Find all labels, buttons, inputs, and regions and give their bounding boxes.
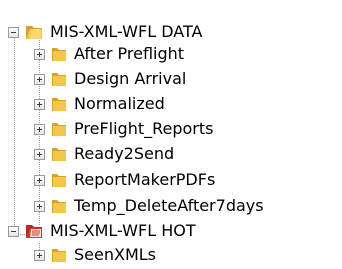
folder-icon — [52, 200, 66, 213]
collapse-toggle[interactable] — [8, 26, 19, 38]
folder-icon — [52, 98, 66, 111]
tree-node-ready2send[interactable]: Ready2Send — [34, 142, 174, 166]
tree-node-design-arrival[interactable]: Design Arrival — [34, 67, 186, 91]
tree-node-label: MIS-XML-WFL HOT — [50, 221, 196, 240]
folder-open-icon — [26, 26, 42, 39]
tree-node-temp-deleteafter7days[interactable]: Temp_DeleteAfter7days — [34, 194, 264, 218]
expand-toggle[interactable] — [34, 98, 45, 110]
expand-toggle[interactable] — [34, 123, 45, 135]
expand-toggle[interactable] — [34, 174, 45, 186]
folder-icon — [52, 148, 66, 161]
tree-node-reportmakerpdfs[interactable]: ReportMakerPDFs — [34, 168, 215, 192]
expand-toggle[interactable] — [34, 148, 45, 160]
tree-node-seenxmls[interactable]: SeenXMLs — [34, 243, 156, 267]
tree-node-label: PreFlight_Reports — [74, 119, 214, 138]
tree-node-mis-xml-wfl-data[interactable]: MIS-XML-WFL DATA — [8, 20, 202, 44]
tree-node-label: ReportMakerPDFs — [74, 170, 216, 189]
expand-toggle[interactable] — [34, 249, 45, 261]
folder-icon — [52, 174, 66, 187]
tree-node-label: After Preflight — [74, 44, 185, 63]
tree-node-label: SeenXMLs — [74, 245, 156, 264]
folder-tree: MIS-XML-WFL DATA After Preflight Design … — [0, 0, 342, 269]
tree-connector — [14, 38, 15, 234]
tree-node-label: Ready2Send — [74, 144, 175, 163]
folder-icon — [52, 48, 66, 61]
tree-node-label: MIS-XML-WFL DATA — [50, 22, 203, 41]
tree-node-label: Temp_DeleteAfter7days — [74, 196, 264, 215]
expand-toggle[interactable] — [34, 73, 45, 85]
tree-node-label: Normalized — [74, 94, 165, 113]
tree-node-label: Design Arrival — [74, 69, 187, 88]
tree-node-mis-xml-wfl-hot[interactable]: MIS-XML-WFL HOT — [8, 219, 196, 243]
tree-node-preflight-reports[interactable]: PreFlight_Reports — [34, 117, 213, 141]
collapse-toggle[interactable] — [8, 225, 19, 237]
folder-icon — [52, 123, 66, 136]
folder-icon — [52, 73, 66, 86]
red-folder-open-icon — [26, 225, 42, 238]
expand-toggle[interactable] — [34, 200, 45, 212]
tree-node-after-preflight[interactable]: After Preflight — [34, 42, 184, 66]
tree-node-normalized[interactable]: Normalized — [34, 92, 165, 116]
expand-toggle[interactable] — [34, 48, 45, 60]
folder-icon — [52, 249, 66, 262]
